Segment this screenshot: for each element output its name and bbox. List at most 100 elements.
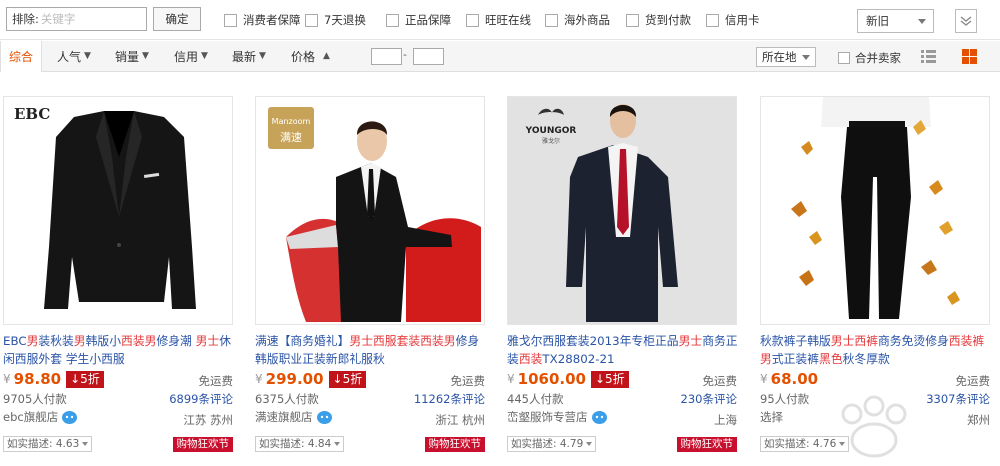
promo-badge[interactable]: 购物狂欢节 bbox=[172, 437, 233, 452]
paid-count: 6375人付款 bbox=[255, 392, 319, 406]
checkbox[interactable] bbox=[305, 13, 318, 27]
discount-badge: ↓5折 bbox=[590, 370, 629, 388]
product-title[interactable]: EBC男装秋装男韩版小西装男修身潮 男士休闲西服外套 学生小西服 bbox=[3, 332, 235, 368]
keyword-highlight: 男士 bbox=[195, 334, 220, 348]
chevron-down-icon bbox=[334, 442, 341, 446]
merge-sellers-toggle[interactable]: 合并卖家 bbox=[838, 50, 901, 66]
collapse-button[interactable] bbox=[955, 9, 977, 33]
product-image[interactable]: Manzoom 满速 bbox=[255, 96, 485, 325]
exclude-keyword-input[interactable] bbox=[40, 12, 136, 26]
sort-price[interactable]: 价格 ▲ bbox=[291, 41, 330, 71]
chevron-down-icon bbox=[82, 442, 89, 446]
keyword-highlight: 男士西服套装西装男 bbox=[349, 334, 456, 348]
filter-overseas[interactable]: 海外商品 bbox=[545, 12, 610, 28]
title-text: 秋冬厚款 bbox=[842, 352, 890, 366]
list-view-button[interactable] bbox=[920, 48, 937, 65]
paid-count: 9705人付款 bbox=[3, 392, 67, 406]
arrow-up-icon: ▲ bbox=[323, 51, 330, 61]
discount-badge: ↓5折 bbox=[328, 370, 367, 388]
wangwang-chat-icon[interactable] bbox=[316, 410, 333, 425]
filter-genuine[interactable]: 正品保障 bbox=[386, 12, 451, 28]
product-card[interactable]: YOUNGOR 雅戈尔 雅戈尔西服套装2013年专柜正品男士商务正装西装TX28… bbox=[507, 96, 739, 466]
product-card[interactable]: Manzoom 满速 满速【商务婚礼】男士西服套装西装男修身韩版职业正装新郎礼服… bbox=[255, 96, 485, 466]
price: 68.00 bbox=[770, 370, 819, 388]
title-text: 式正装裤 bbox=[771, 352, 820, 366]
product-title[interactable]: 秋款裤子韩版男士西裤商务免烫修身西装裤男式正装裤黑色秋冬厚款 bbox=[760, 332, 992, 368]
product-card[interactable]: EBC EBC男装秋装男韩版小西装男修身潮 男士休闲西服外套 学生小西服 ¥ 9… bbox=[3, 96, 233, 466]
filter-consumer-protection[interactable]: 消费者保障 bbox=[224, 12, 301, 28]
svg-text:雅戈尔: 雅戈尔 bbox=[542, 137, 560, 145]
keyword-highlight: 西装 bbox=[121, 334, 145, 348]
review-count[interactable]: 230条评论 bbox=[681, 391, 737, 407]
filter-wangwang-online[interactable]: 旺旺在线 bbox=[466, 12, 531, 28]
keyword-highlight: 男 bbox=[73, 334, 86, 348]
price-range-dash: - bbox=[403, 48, 407, 61]
brand-logo: EBC bbox=[14, 105, 50, 123]
checkbox[interactable] bbox=[838, 52, 850, 64]
price-min-input[interactable] bbox=[371, 48, 402, 65]
title-text: 雅戈尔西服套装2013年专柜正品 bbox=[507, 334, 679, 348]
review-count[interactable]: 11262条评论 bbox=[414, 391, 485, 407]
arrow-down-icon: ▼ bbox=[201, 51, 208, 61]
checkbox[interactable] bbox=[386, 13, 399, 27]
confirm-button[interactable]: 确定 bbox=[153, 7, 201, 31]
checkbox[interactable] bbox=[626, 13, 639, 27]
grid-view-button[interactable] bbox=[961, 48, 978, 65]
list-view-icon bbox=[921, 50, 936, 63]
price-max-input[interactable] bbox=[413, 48, 444, 65]
svg-text:YOUNGOR: YOUNGOR bbox=[525, 126, 577, 136]
double-chevron-down-icon bbox=[960, 16, 972, 26]
sort-newest[interactable]: 最新 ▼ bbox=[232, 41, 266, 71]
shop-name[interactable]: ebc旗舰店 bbox=[3, 409, 78, 425]
rating-dropdown[interactable]: 如实描述: 4.79 bbox=[507, 436, 597, 452]
wangwang-chat-icon[interactable] bbox=[591, 410, 608, 425]
shop-name[interactable]: 峦壑服饰专营店 bbox=[507, 409, 608, 425]
keyword-highlight: 西装 bbox=[518, 352, 543, 366]
rating-dropdown[interactable]: 如实描述: 4.63 bbox=[3, 436, 93, 452]
arrow-down-icon: ▼ bbox=[84, 51, 91, 61]
shop-name[interactable]: 选择 bbox=[760, 409, 783, 425]
grid-view-icon bbox=[962, 49, 977, 64]
arrow-down-icon: ▼ bbox=[259, 51, 266, 61]
paid-count: 445人付款 bbox=[507, 392, 564, 406]
product-image[interactable] bbox=[760, 96, 990, 325]
title-text: 满速【商务婚礼】 bbox=[255, 334, 350, 348]
checkbox[interactable] bbox=[466, 13, 479, 27]
product-title[interactable]: 雅戈尔西服套装2013年专柜正品男士商务正装西装TX28802-21 bbox=[507, 332, 739, 368]
filter-bar: 排除: 确定 消费者保障 7天退换 正品保障 旺旺在线 海外商品 货到付款 信用… bbox=[0, 0, 1000, 40]
title-text: 装秋装 bbox=[38, 334, 74, 348]
filter-cod[interactable]: 货到付款 bbox=[626, 12, 691, 28]
product-title[interactable]: 满速【商务婚礼】男士西服套装西装男修身韩版职业正装新郎礼服秋 bbox=[255, 332, 487, 368]
filter-7day-return[interactable]: 7天退换 bbox=[305, 12, 366, 28]
exclude-keyword-box[interactable]: 排除: bbox=[6, 7, 147, 31]
price: 299.00 bbox=[265, 370, 324, 388]
wangwang-chat-icon[interactable] bbox=[61, 410, 78, 425]
promo-badge[interactable]: 购物狂欢节 bbox=[424, 437, 485, 452]
brand-logo-text: 满速 bbox=[280, 131, 302, 144]
sort-overall[interactable]: 综合 bbox=[0, 41, 42, 72]
location-select[interactable]: 所在地 bbox=[756, 47, 816, 67]
keyword-highlight: 男 bbox=[26, 334, 39, 348]
seller-location: 上海 bbox=[714, 413, 737, 427]
price-block: ¥ 299.00 ↓5折 bbox=[255, 370, 367, 388]
product-image[interactable]: EBC bbox=[3, 96, 233, 325]
checkbox[interactable] bbox=[224, 13, 237, 27]
review-count[interactable]: 6899条评论 bbox=[169, 391, 233, 407]
checkbox[interactable] bbox=[545, 13, 558, 27]
brand-logo-text: Manzoom bbox=[272, 117, 311, 126]
promo-badge[interactable]: 购物狂欢节 bbox=[676, 437, 737, 452]
title-text: TX28802-21 bbox=[542, 352, 615, 366]
checkbox[interactable] bbox=[706, 13, 719, 27]
title-text: 秋款裤子韩版 bbox=[760, 334, 831, 348]
rating-dropdown[interactable]: 如实描述: 4.84 bbox=[255, 436, 345, 452]
shop-name[interactable]: 满速旗舰店 bbox=[255, 409, 333, 425]
sort-sales[interactable]: 销量 ▼ bbox=[115, 41, 149, 71]
title-text: 修身潮 bbox=[156, 334, 196, 348]
sort-credit[interactable]: 信用 ▼ bbox=[174, 41, 208, 71]
sort-popularity[interactable]: 人气 ▼ bbox=[57, 41, 91, 71]
price: 98.80 bbox=[13, 370, 62, 388]
product-image[interactable]: YOUNGOR 雅戈尔 bbox=[507, 96, 737, 325]
filter-credit-card[interactable]: 信用卡 bbox=[706, 12, 760, 28]
shipping-label: 免运费 bbox=[450, 374, 486, 388]
sort-select[interactable]: 新旧 bbox=[857, 9, 934, 33]
